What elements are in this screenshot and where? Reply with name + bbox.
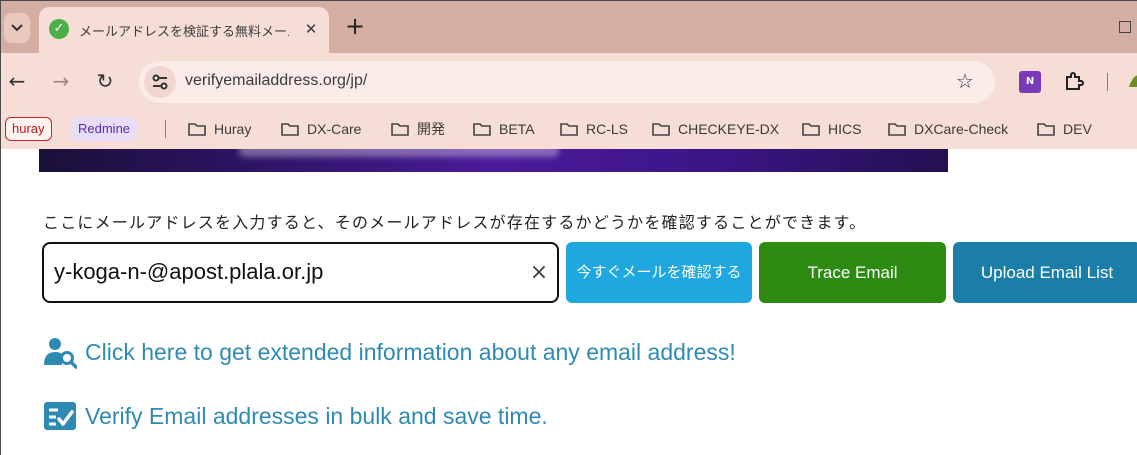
hero-banner bbox=[39, 149, 948, 172]
email-input-value[interactable]: y-koga-n-@apost.plala.or.jp bbox=[54, 259, 323, 285]
folder-icon bbox=[473, 123, 491, 136]
extension-icon[interactable] bbox=[1127, 71, 1137, 93]
tab-strip: ✓ メールアドレスを検証する無料メール ✕ + bbox=[1, 1, 1137, 53]
onenote-extension-icon[interactable]: N bbox=[1019, 71, 1041, 93]
checklist-icon bbox=[44, 402, 76, 430]
extended-info-link[interactable]: Click here to get extended information a… bbox=[43, 335, 736, 369]
bookmark-folder-label: BETA bbox=[499, 121, 535, 137]
browser-toolbar: ← → ↻ verifyemailaddress.org/jp/ ☆ N bbox=[1, 53, 1137, 109]
puzzle-icon[interactable] bbox=[1063, 70, 1085, 92]
clear-icon[interactable]: × bbox=[528, 262, 550, 284]
page-content: ここにメールアドレスを入力すると、そのメールアドレスが存在するかどうかを確認する… bbox=[1, 149, 1137, 455]
email-input[interactable]: y-koga-n-@apost.plala.or.jp × bbox=[42, 242, 559, 303]
url-text[interactable]: verifyemailaddress.org/jp/ bbox=[185, 72, 367, 90]
chevron-down-icon bbox=[11, 24, 23, 32]
folder-icon bbox=[888, 123, 906, 136]
bookmark-folder[interactable]: DX-Care bbox=[281, 119, 361, 139]
folder-icon bbox=[281, 123, 299, 136]
bookmark-folder[interactable]: DEV bbox=[1037, 119, 1092, 139]
address-bar[interactable]: verifyemailaddress.org/jp/ ☆ bbox=[139, 61, 995, 103]
forward-button[interactable]: → bbox=[49, 69, 73, 93]
folder-icon bbox=[188, 123, 206, 136]
toolbar-divider bbox=[1107, 73, 1108, 91]
check-icon: ✓ bbox=[49, 19, 69, 39]
bookmarks-bar: huray Redmine Huray DX-Care 開発 BETA RC-L… bbox=[1, 109, 1137, 149]
bulk-verify-link-text: Verify Email addresses in bulk and save … bbox=[85, 402, 548, 429]
bookmark-redmine[interactable]: Redmine bbox=[71, 117, 138, 141]
maximize-icon[interactable] bbox=[1119, 21, 1131, 33]
bookmark-folder-label: 開発 bbox=[417, 121, 445, 137]
site-info-button[interactable] bbox=[144, 66, 176, 98]
folder-icon bbox=[652, 123, 670, 136]
active-tab[interactable]: ✓ メールアドレスを検証する無料メール ✕ bbox=[39, 7, 329, 53]
bulk-verify-link[interactable]: Verify Email addresses in bulk and save … bbox=[43, 399, 548, 433]
upload-email-list-button[interactable]: Upload Email List bbox=[953, 242, 1137, 303]
bookmark-folder-label: DXCare-Check bbox=[914, 121, 1009, 137]
bookmark-folder-label: HICS bbox=[828, 121, 862, 137]
trace-email-button[interactable]: Trace Email bbox=[759, 242, 946, 303]
reload-button[interactable]: ↻ bbox=[93, 69, 117, 93]
bookmark-folder[interactable]: BETA bbox=[473, 119, 535, 139]
tab-title: メールアドレスを検証する無料メール bbox=[79, 25, 289, 39]
bookmark-folder[interactable]: 開発 bbox=[391, 119, 445, 139]
bookmark-folder-label: DX-Care bbox=[307, 121, 362, 137]
leaf-icon bbox=[1129, 75, 1137, 87]
extended-info-link-text: Click here to get extended information a… bbox=[85, 338, 736, 365]
bookmarks-divider bbox=[165, 120, 166, 138]
bookmark-folder[interactable]: CHECKEYE-DX bbox=[652, 119, 779, 139]
bookmark-folder-label: RC-LS bbox=[586, 121, 629, 137]
bookmark-folder[interactable]: DXCare-Check bbox=[888, 119, 1008, 139]
folder-icon bbox=[802, 123, 820, 136]
bookmark-huray[interactable]: huray bbox=[5, 117, 52, 141]
bookmark-folder-label: Huray bbox=[214, 121, 252, 137]
folder-icon bbox=[1037, 123, 1055, 136]
bookmark-folder-label: CHECKEYE-DX bbox=[678, 121, 780, 137]
folder-icon bbox=[391, 123, 409, 136]
tune-icon bbox=[152, 74, 168, 90]
bookmark-folder-label: DEV bbox=[1063, 121, 1092, 137]
intro-text: ここにメールアドレスを入力すると、そのメールアドレスが存在するかどうかを確認する… bbox=[43, 213, 867, 232]
tab-search-button[interactable] bbox=[4, 13, 30, 43]
bookmark-folder[interactable]: Huray bbox=[188, 119, 251, 139]
back-button[interactable]: ← bbox=[5, 69, 29, 93]
verify-email-button[interactable]: 今すぐメールを確認する bbox=[566, 242, 752, 303]
bookmark-folder[interactable]: HICS bbox=[802, 119, 861, 139]
user-search-icon bbox=[44, 338, 77, 369]
close-icon[interactable]: ✕ bbox=[301, 19, 321, 39]
star-icon[interactable]: ☆ bbox=[953, 69, 977, 93]
new-tab-button[interactable]: + bbox=[342, 13, 368, 39]
bookmark-folder[interactable]: RC-LS bbox=[560, 119, 628, 139]
folder-icon bbox=[560, 123, 578, 136]
